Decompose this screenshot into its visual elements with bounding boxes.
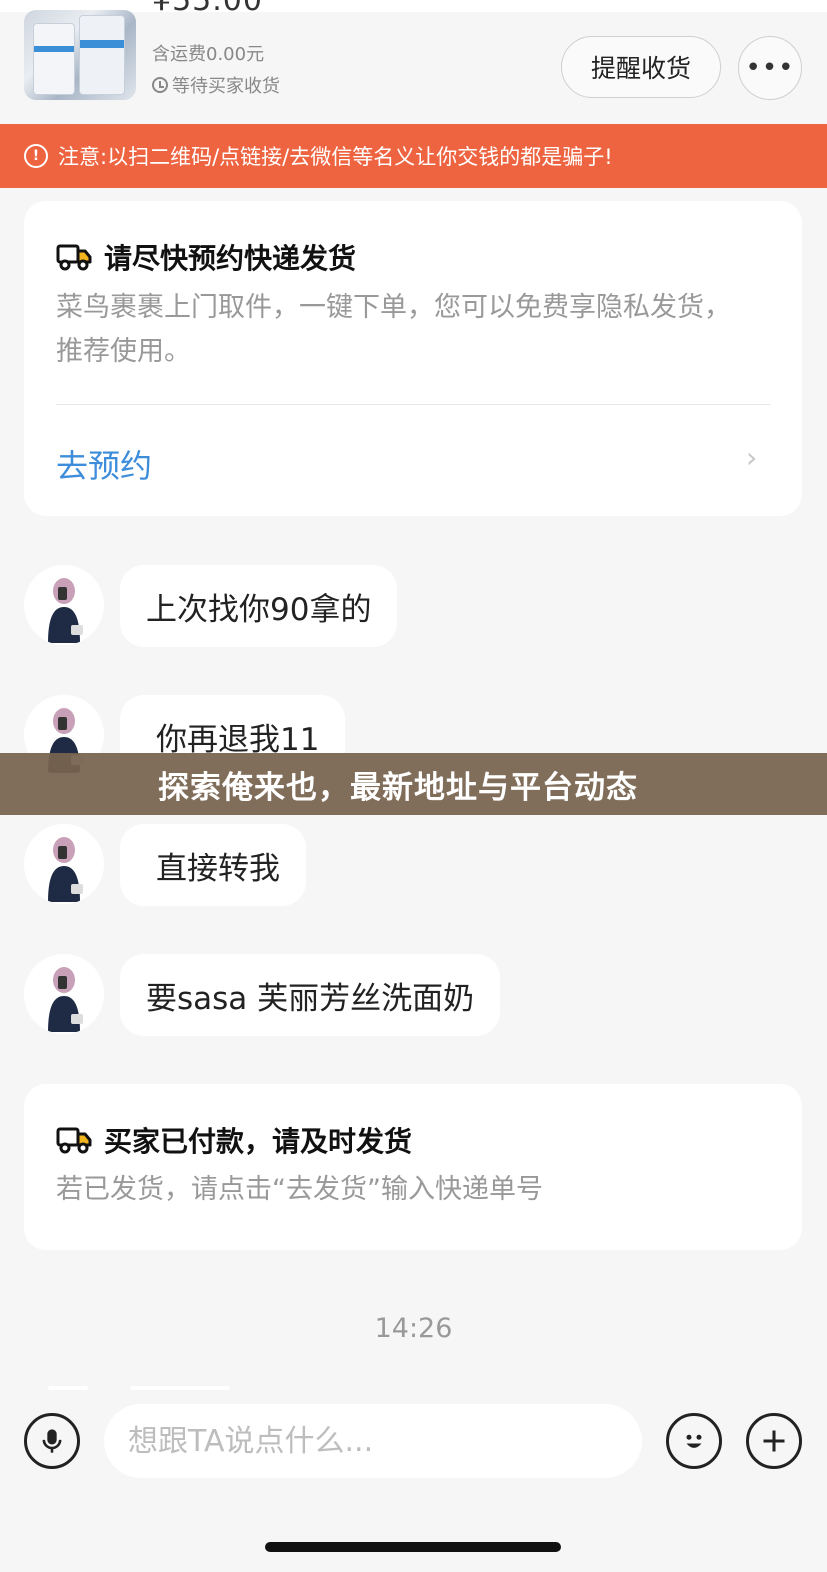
chat-message[interactable]: 上次找你90拿的	[120, 565, 398, 647]
chevron-right-icon: ›	[746, 441, 758, 474]
clock-icon	[152, 77, 168, 93]
order-status-text: 等待买家收货	[172, 76, 280, 97]
buyer-paid-title: 买家已付款，请及时发货	[104, 1125, 413, 1158]
schedule-pickup-link-label: 去预约	[56, 447, 153, 485]
buyer-paid-title-row: 买家已付款，请及时发货	[56, 1120, 412, 1160]
shipping-fee: 含运费0.00元	[152, 44, 265, 65]
remind-receipt-button[interactable]: 提醒收货	[561, 36, 721, 98]
product-thumbnail[interactable]	[24, 10, 136, 100]
more-options-button[interactable]: •••	[738, 36, 802, 100]
warning-icon: !	[24, 144, 48, 168]
truck-icon	[56, 244, 92, 271]
message-input[interactable]	[104, 1404, 642, 1478]
product-box-left	[34, 24, 74, 94]
plus-icon	[763, 1430, 785, 1452]
buyer-paid-description: 若已发货，请点击“去发货”输入快递单号	[56, 1174, 543, 1205]
avatar-image	[24, 565, 104, 645]
chat-message-text: 你再退我11	[156, 721, 320, 758]
emoji-button[interactable]	[666, 1413, 722, 1469]
more-icon: •••	[745, 53, 795, 83]
voice-input-button[interactable]	[24, 1413, 80, 1469]
overlay-banner-text: 探索俺来也，最新地址与平台动态	[158, 769, 638, 806]
avatar[interactable]	[24, 565, 104, 645]
avatar-image	[24, 824, 104, 904]
schedule-pickup-description: 菜鸟裹裹上门取件，一键下单，您可以免费享隐私发货，推荐使用。	[56, 292, 731, 367]
home-indicator[interactable]	[265, 1542, 561, 1552]
schedule-pickup-link[interactable]: 去预约 ›	[24, 405, 802, 516]
chat-message-partial	[48, 1386, 88, 1390]
overlay-banner: 探索俺来也，最新地址与平台动态	[0, 753, 827, 815]
avatar[interactable]	[24, 824, 104, 904]
fraud-warning-text: 注意:以扫二维码/点链接/去微信等名义让你交钱的都是骗子!	[58, 145, 613, 169]
truck-icon	[56, 1127, 92, 1154]
order-price: ¥55.00	[152, 0, 263, 18]
avatar-image	[24, 954, 104, 1034]
schedule-pickup-title: 请尽快预约快递发货	[104, 242, 357, 275]
product-box-stripe	[80, 40, 124, 48]
buyer-paid-card[interactable]: 买家已付款，请及时发货 若已发货，请点击“去发货”输入快递单号	[24, 1084, 802, 1250]
product-box-stripe	[34, 46, 74, 52]
chat-message-text: 要sasa 芙丽芳丝洗面奶	[146, 980, 475, 1017]
schedule-pickup-card: 请尽快预约快递发货 菜鸟裹裹上门取件，一键下单，您可以免费享隐私发货，推荐使用。…	[24, 201, 802, 516]
emoji-icon	[686, 1434, 702, 1448]
chat-message-text: 直接转我	[156, 850, 280, 887]
avatar[interactable]	[24, 954, 104, 1034]
order-status: 等待买家收货	[152, 72, 280, 98]
microphone-icon	[42, 1429, 62, 1453]
fraud-warning-bar: ! 注意:以扫二维码/点链接/去微信等名义让你交钱的都是骗子!	[0, 124, 827, 188]
message-timestamp: 14:26	[374, 1313, 453, 1344]
chat-message[interactable]: 直接转我	[120, 824, 306, 906]
product-box-right	[80, 16, 124, 94]
chat-message-partial	[130, 1386, 230, 1390]
chat-message[interactable]: 要sasa 芙丽芳丝洗面奶	[120, 954, 501, 1036]
schedule-pickup-title-row: 请尽快预约快递发货	[56, 237, 356, 277]
chat-message-text: 上次找你90拿的	[146, 591, 372, 628]
add-attachment-button[interactable]	[746, 1413, 802, 1469]
